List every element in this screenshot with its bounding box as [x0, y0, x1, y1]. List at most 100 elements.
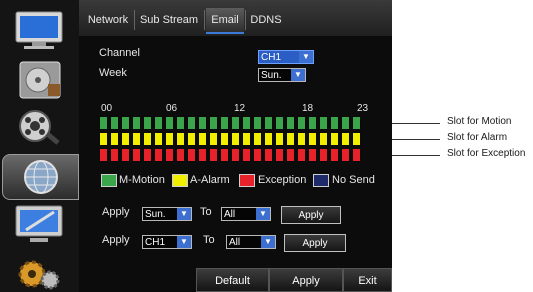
- apply-week-from-select[interactable]: Sun. ▼: [142, 207, 192, 221]
- apply-channel-from-select[interactable]: CH1 ▼: [142, 235, 192, 249]
- schedule-slot-exception[interactable]: [198, 148, 207, 162]
- schedule-slot-motion[interactable]: [121, 116, 130, 130]
- schedule-slot-alarm[interactable]: [264, 132, 273, 146]
- schedule-slot-exception[interactable]: [286, 148, 295, 162]
- schedule-slot-exception[interactable]: [264, 148, 273, 162]
- schedule-slot-motion[interactable]: [242, 116, 251, 130]
- system-settings-icon[interactable]: [8, 202, 70, 246]
- apply-week-to-select[interactable]: All ▼: [221, 207, 271, 221]
- schedule-slot-alarm[interactable]: [154, 132, 163, 146]
- schedule-slot-alarm[interactable]: [176, 132, 185, 146]
- schedule-slot-motion[interactable]: [154, 116, 163, 130]
- schedule-slot-exception[interactable]: [220, 148, 229, 162]
- schedule-slot-alarm[interactable]: [319, 132, 328, 146]
- apply-button[interactable]: Apply: [269, 268, 343, 292]
- schedule-slot-exception[interactable]: [352, 148, 361, 162]
- schedule-slot-exception[interactable]: [275, 148, 284, 162]
- schedule-slot-alarm[interactable]: [253, 132, 262, 146]
- schedule-slot-alarm[interactable]: [110, 132, 119, 146]
- schedule-slot-motion[interactable]: [330, 116, 339, 130]
- schedule-slot-exception[interactable]: [341, 148, 350, 162]
- network-globe-icon[interactable]: [2, 154, 79, 200]
- schedule-slot-motion[interactable]: [264, 116, 273, 130]
- schedule-slot-motion[interactable]: [198, 116, 207, 130]
- schedule-slot-alarm[interactable]: [198, 132, 207, 146]
- schedule-slot-exception[interactable]: [176, 148, 185, 162]
- hard-disk-icon[interactable]: [8, 58, 70, 102]
- schedule-slot-motion[interactable]: [275, 116, 284, 130]
- schedule-slot-exception[interactable]: [297, 148, 306, 162]
- schedule-slot-exception[interactable]: [231, 148, 240, 162]
- schedule-slot-exception[interactable]: [253, 148, 262, 162]
- monitor-icon[interactable]: [8, 8, 70, 52]
- schedule-slot-exception[interactable]: [330, 148, 339, 162]
- apply-channel-to-select[interactable]: All ▼: [226, 235, 276, 249]
- schedule-slot-exception[interactable]: [308, 148, 317, 162]
- schedule-slot-exception[interactable]: [121, 148, 130, 162]
- apply-week-button[interactable]: Apply: [281, 206, 341, 224]
- search-record-icon[interactable]: [8, 106, 70, 150]
- schedule-slot-motion[interactable]: [165, 116, 174, 130]
- callout-line-alarm: [392, 139, 440, 140]
- default-button[interactable]: Default: [196, 268, 269, 292]
- tab-ddns[interactable]: DDNS: [246, 8, 286, 32]
- tab-bar: Network Sub Stream Email DDNS: [79, 0, 392, 36]
- schedule-slot-exception[interactable]: [242, 148, 251, 162]
- schedule-slot-exception[interactable]: [143, 148, 152, 162]
- schedule-slot-motion[interactable]: [231, 116, 240, 130]
- schedule-slot-motion[interactable]: [352, 116, 361, 130]
- schedule-slot-motion[interactable]: [209, 116, 218, 130]
- week-select[interactable]: Sun. ▼: [258, 68, 306, 82]
- schedule-slot-alarm[interactable]: [143, 132, 152, 146]
- gears-icon[interactable]: [8, 250, 70, 292]
- schedule-slot-alarm[interactable]: [121, 132, 130, 146]
- schedule-slot-alarm[interactable]: [275, 132, 284, 146]
- schedule-slot-exception[interactable]: [154, 148, 163, 162]
- schedule-slot-motion[interactable]: [319, 116, 328, 130]
- channel-select[interactable]: CH1 ▼: [258, 50, 314, 64]
- schedule-slot-motion[interactable]: [341, 116, 350, 130]
- schedule-slot-motion[interactable]: [220, 116, 229, 130]
- schedule-slot-alarm[interactable]: [286, 132, 295, 146]
- schedule-slot-alarm[interactable]: [297, 132, 306, 146]
- schedule-slot-exception[interactable]: [110, 148, 119, 162]
- schedule-slot-motion[interactable]: [176, 116, 185, 130]
- schedule-slot-exception[interactable]: [99, 148, 108, 162]
- schedule-slot-alarm[interactable]: [165, 132, 174, 146]
- schedule-slot-motion[interactable]: [132, 116, 141, 130]
- schedule-slot-alarm[interactable]: [187, 132, 196, 146]
- schedule-slot-motion[interactable]: [253, 116, 262, 130]
- schedule-slot-exception[interactable]: [187, 148, 196, 162]
- tab-sub-stream[interactable]: Sub Stream: [135, 8, 203, 32]
- apply-channel-button[interactable]: Apply: [284, 234, 346, 252]
- schedule-slot-exception[interactable]: [319, 148, 328, 162]
- schedule-slot-motion[interactable]: [99, 116, 108, 130]
- schedule-grid[interactable]: [99, 116, 369, 164]
- schedule-slot-motion[interactable]: [187, 116, 196, 130]
- tab-network[interactable]: Network: [84, 8, 132, 32]
- schedule-slot-alarm[interactable]: [242, 132, 251, 146]
- exit-button[interactable]: Exit: [343, 268, 392, 292]
- schedule-slot-alarm[interactable]: [330, 132, 339, 146]
- callout-line-motion: [392, 123, 440, 124]
- dvr-screen: Network Sub Stream Email DDNS Channel CH…: [0, 0, 392, 292]
- schedule-slot-motion[interactable]: [110, 116, 119, 130]
- schedule-slot-alarm[interactable]: [308, 132, 317, 146]
- schedule-slot-alarm[interactable]: [99, 132, 108, 146]
- schedule-slot-motion[interactable]: [143, 116, 152, 130]
- tab-email[interactable]: Email: [206, 8, 244, 34]
- schedule-slot-alarm[interactable]: [220, 132, 229, 146]
- schedule-slot-alarm[interactable]: [231, 132, 240, 146]
- schedule-slot-alarm[interactable]: [341, 132, 350, 146]
- schedule-slot-alarm[interactable]: [352, 132, 361, 146]
- callout-alarm: Slot for Alarm: [447, 132, 508, 143]
- schedule-slot-alarm[interactable]: [209, 132, 218, 146]
- schedule-slot-alarm[interactable]: [132, 132, 141, 146]
- schedule-slot-exception[interactable]: [132, 148, 141, 162]
- schedule-slot-exception[interactable]: [209, 148, 218, 162]
- schedule-slot-motion[interactable]: [286, 116, 295, 130]
- legend-alarm-swatch: [172, 174, 188, 187]
- schedule-slot-motion[interactable]: [308, 116, 317, 130]
- schedule-slot-exception[interactable]: [165, 148, 174, 162]
- schedule-slot-motion[interactable]: [297, 116, 306, 130]
